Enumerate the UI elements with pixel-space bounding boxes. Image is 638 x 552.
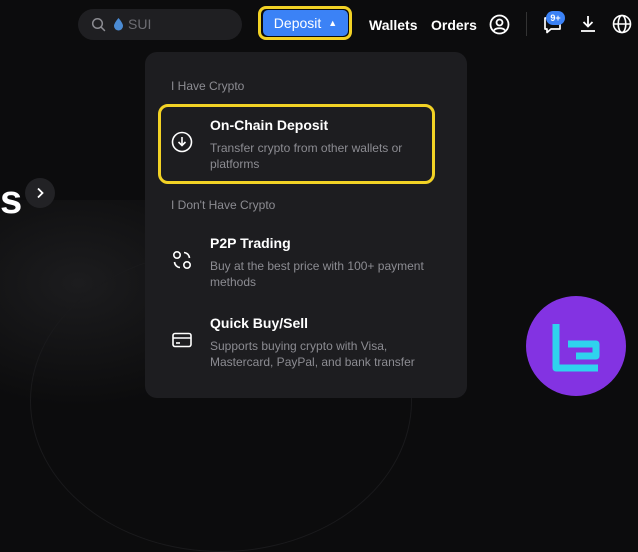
menu-item-description: Transfer crypto from other wallets or pl…	[210, 141, 403, 171]
carousel-next-button[interactable]	[25, 178, 55, 208]
logo-mark-icon	[552, 324, 600, 372]
user-icon[interactable]	[489, 14, 510, 35]
wallets-link[interactable]: Wallets	[369, 17, 418, 33]
orders-link[interactable]: Orders	[431, 17, 477, 33]
chevron-right-icon	[37, 187, 44, 199]
download-circle-icon	[171, 131, 193, 153]
sui-token-icon	[114, 18, 123, 31]
p2p-icon	[172, 250, 192, 270]
section-have-crypto: I Have Crypto	[171, 79, 245, 93]
hero-text-fragment: s	[0, 178, 23, 222]
section-dont-have-crypto: I Don't Have Crypto	[171, 198, 276, 212]
menu-item-quick-buy-sell[interactable]: Quick Buy/Sell Supports buying crypto wi…	[157, 305, 447, 381]
download-icon[interactable]	[579, 14, 597, 34]
menu-item-title: P2P Trading	[210, 235, 291, 251]
search-bar[interactable]: SUI	[78, 9, 242, 40]
menu-item-title: Quick Buy/Sell	[210, 315, 309, 331]
menu-item-p2p-trading[interactable]: P2P Trading Buy at the best price with 1…	[157, 225, 447, 301]
deposit-label: Deposit	[273, 15, 322, 31]
menu-item-on-chain-deposit[interactable]: On-Chain Deposit Transfer crypto from ot…	[157, 107, 447, 183]
deposit-button[interactable]: Deposit ▲	[263, 10, 348, 36]
menu-item-title: On-Chain Deposit	[210, 117, 329, 133]
menu-item-description: Supports buying crypto with Visa, Master…	[210, 339, 415, 369]
notification-badge: 9+	[546, 11, 565, 25]
search-placeholder: SUI	[128, 16, 152, 32]
globe-icon[interactable]	[612, 14, 632, 34]
brand-logo	[526, 296, 626, 396]
menu-item-description: Buy at the best price with 100+ payment …	[210, 259, 424, 289]
deposit-dropdown: I Have Crypto On-Chain Deposit Transfer …	[145, 52, 467, 398]
search-icon	[91, 17, 106, 32]
card-icon	[172, 332, 192, 348]
nav-divider	[526, 12, 527, 36]
caret-up-icon: ▲	[328, 18, 338, 28]
